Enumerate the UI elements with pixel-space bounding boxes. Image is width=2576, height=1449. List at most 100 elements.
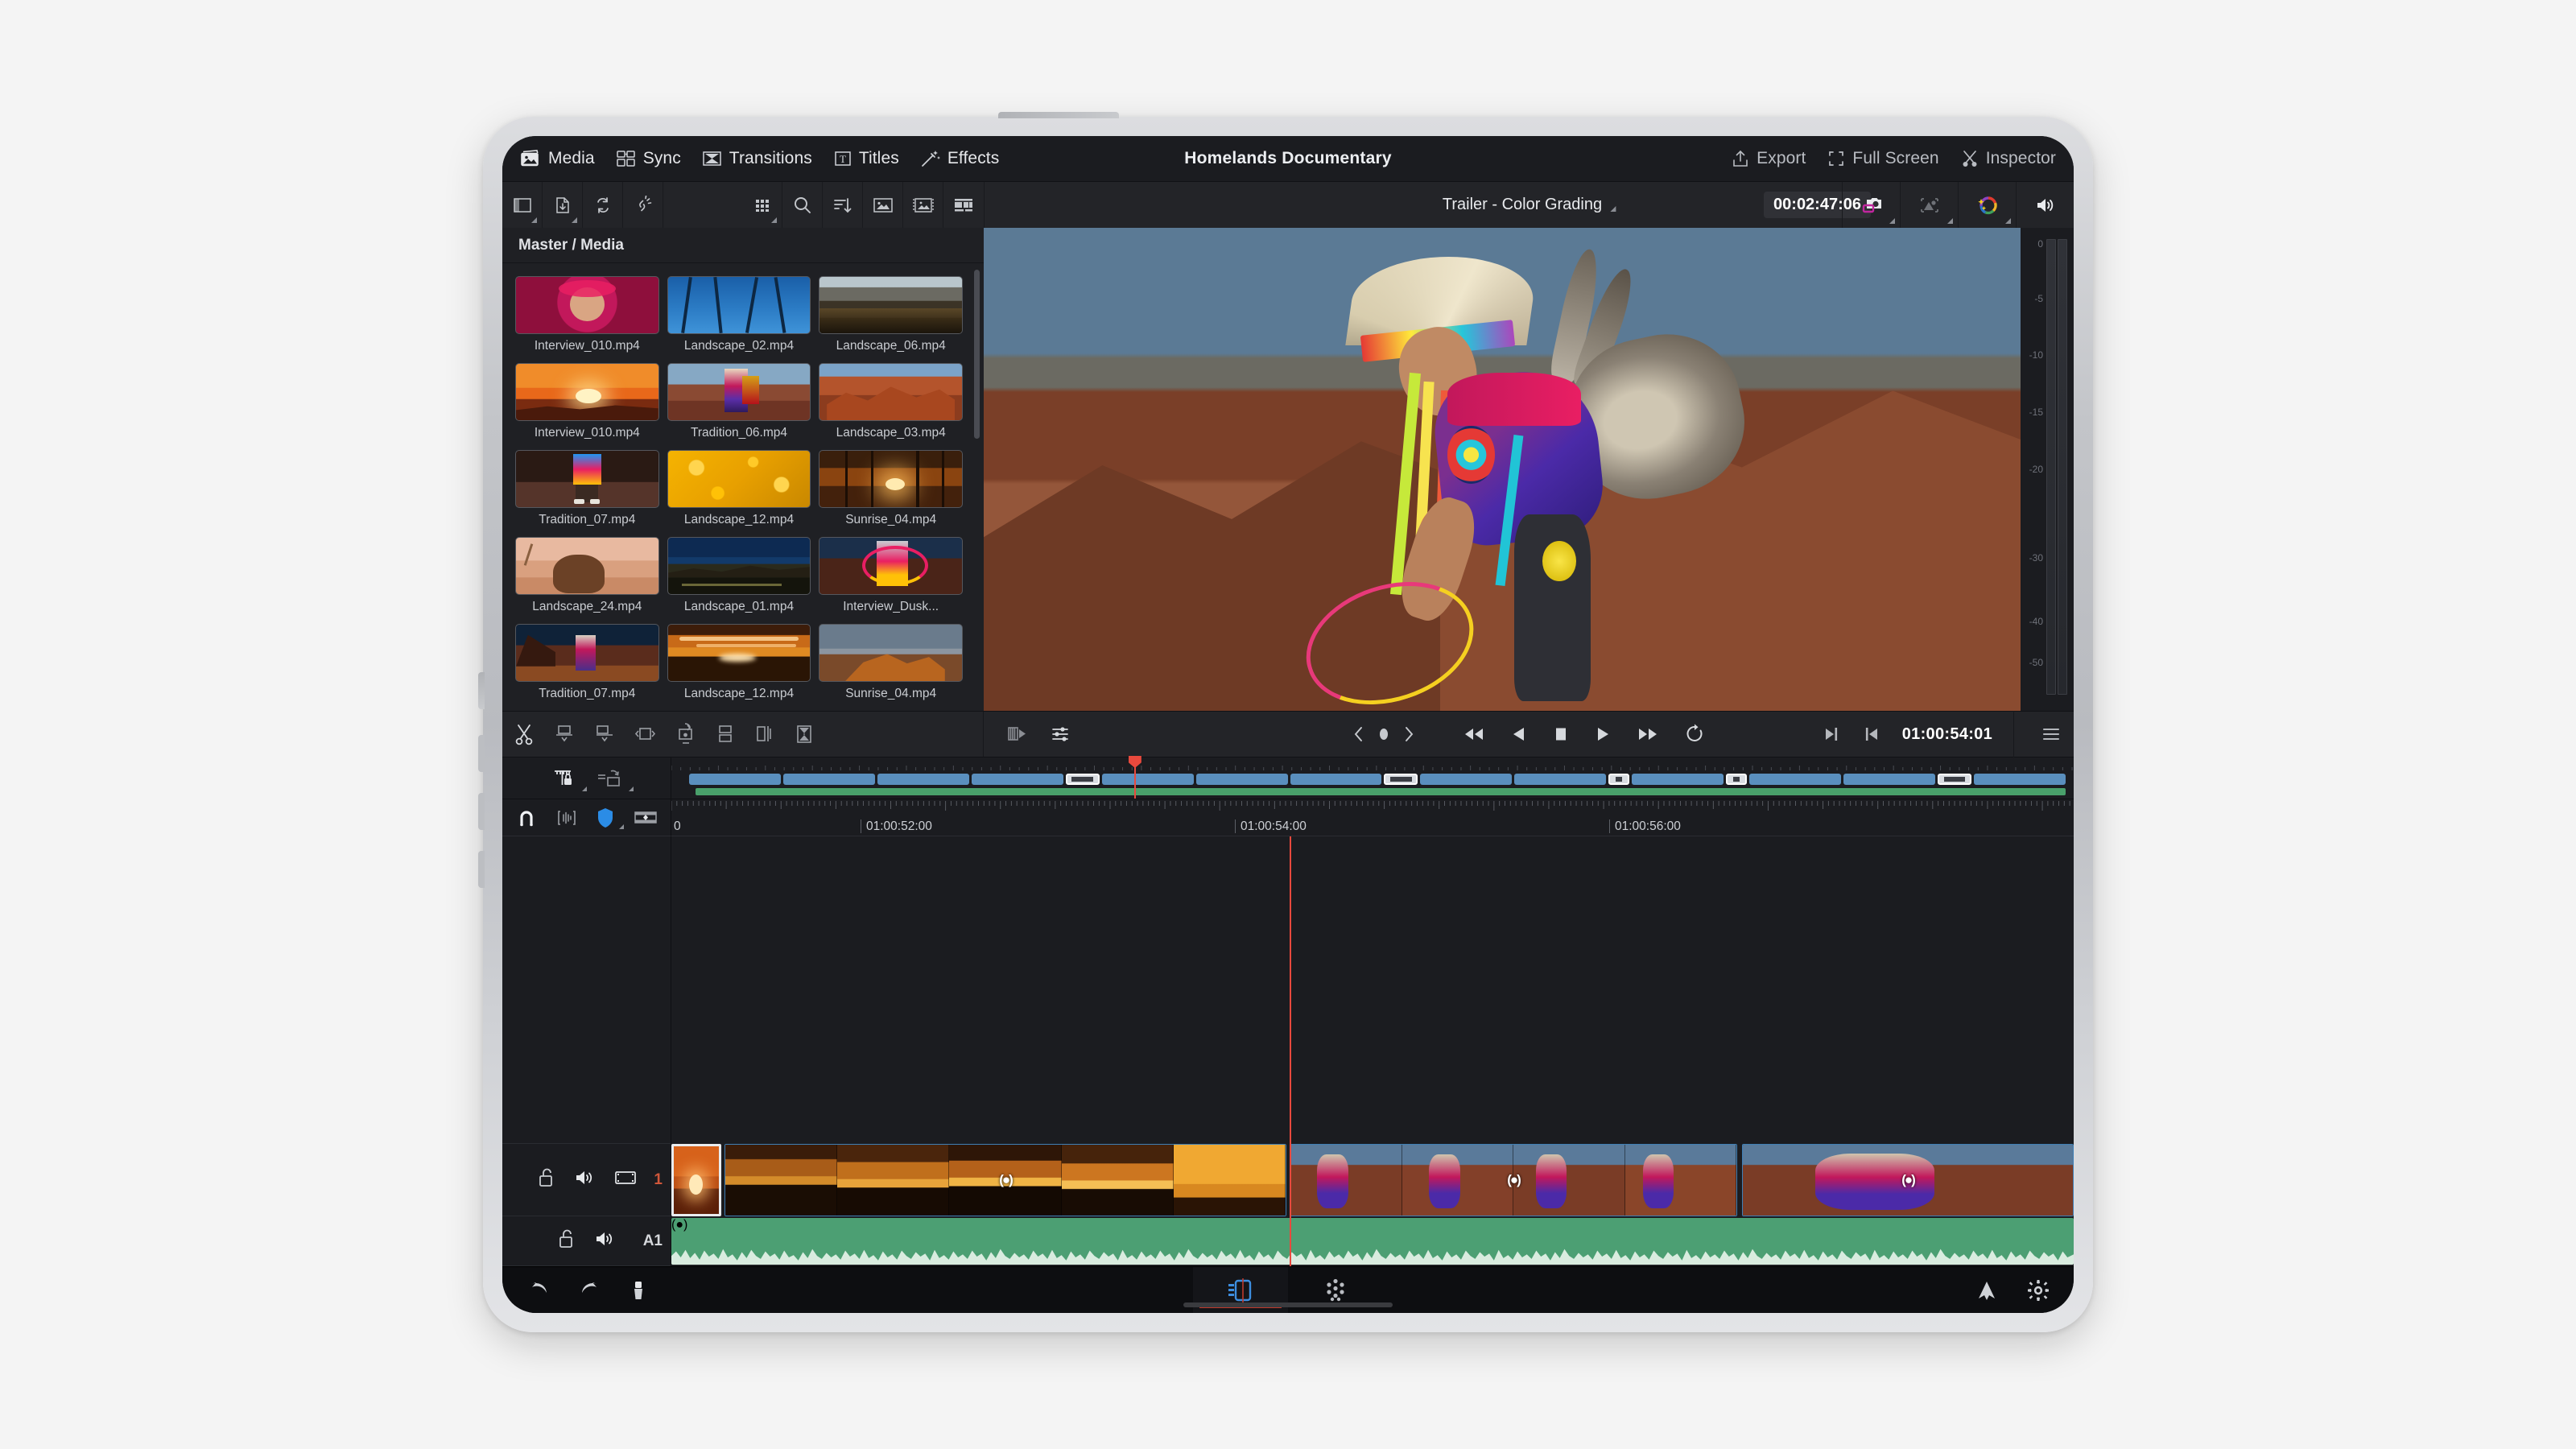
unlock-icon[interactable] (557, 1228, 576, 1253)
auto-track-selector-button[interactable] (597, 767, 622, 790)
play-reverse-button[interactable] (1510, 724, 1528, 744)
media-pool-scrollbar[interactable] (974, 270, 980, 439)
undo-button[interactable] (526, 1279, 551, 1302)
media-clip-item[interactable]: Landscape_24.mp4 (515, 537, 659, 614)
overwrite-clip-button[interactable] (594, 724, 615, 745)
audio-waveform (671, 1245, 2074, 1265)
export-button[interactable]: Export (1731, 149, 1806, 168)
insert-clip-button[interactable] (554, 724, 575, 745)
fullscreen-button[interactable]: Full Screen (1827, 149, 1938, 168)
blade-tool-button[interactable] (514, 723, 535, 745)
grid-view-button[interactable] (742, 182, 782, 228)
media-clip-item[interactable]: Sunrise_04.mp4 (819, 624, 963, 701)
sort-media-button[interactable] (823, 182, 863, 228)
import-media-button[interactable] (543, 182, 583, 228)
timeline-audio-clip[interactable]: (●) (671, 1218, 2074, 1265)
timeline-clip-selected[interactable] (671, 1144, 721, 1216)
source-timeline-toggle-button[interactable] (1006, 724, 1029, 744)
list-view-button[interactable] (943, 182, 984, 228)
media-clip-item[interactable]: Interview_010.mp4 (515, 363, 659, 440)
media-clip-item[interactable]: Tradition_06.mp4 (667, 363, 811, 440)
mark-out-button[interactable] (1822, 724, 1841, 744)
track-lanes[interactable]: (●) (●) (671, 836, 2074, 1266)
snapshot-button[interactable] (1842, 182, 1900, 229)
home-button[interactable] (1975, 1279, 1998, 1302)
media-clip-item[interactable]: Tradition_07.mp4 (515, 450, 659, 527)
mixer-button[interactable] (1050, 724, 1071, 744)
snapping-button[interactable] (516, 807, 537, 828)
audio-clip-handle[interactable]: (●) (671, 1218, 687, 1232)
timeline-lock-button[interactable] (551, 767, 576, 790)
next-edit-button[interactable] (1402, 724, 1415, 744)
clip-transition-handle[interactable]: (●) (999, 1172, 1012, 1188)
timeline-clip[interactable]: (●) (1290, 1144, 1737, 1216)
place-on-top-button[interactable] (675, 723, 696, 745)
insert-transition-button[interactable] (634, 809, 658, 827)
timeline-minimap[interactable] (671, 758, 2074, 799)
delete-button[interactable] (630, 1279, 647, 1302)
viewer-tool-buttons (1842, 182, 2074, 229)
media-clip-item[interactable]: Landscape_01.mp4 (667, 537, 811, 614)
viewer-title-group[interactable]: Trailer - Color Grading (1443, 196, 1616, 214)
previous-edit-button[interactable] (1352, 724, 1365, 744)
inspector-button[interactable]: Inspector (1960, 149, 2056, 168)
viewer-audio-button[interactable] (2016, 182, 2074, 229)
speaker-icon[interactable] (574, 1168, 597, 1191)
play-button[interactable] (1594, 724, 1612, 744)
media-clip-item[interactable]: Landscape_12.mp4 (667, 450, 811, 527)
unlock-icon[interactable] (537, 1167, 556, 1192)
color-wheels-button[interactable] (1958, 182, 2016, 229)
bottom-left-tools (502, 1267, 647, 1313)
add-keyframe-button[interactable] (1377, 724, 1391, 744)
redo-button[interactable] (578, 1279, 602, 1302)
filmstrip-view-button[interactable] (903, 182, 943, 228)
speaker-icon[interactable] (594, 1229, 617, 1253)
menu-item-transitions[interactable]: Transitions (702, 149, 812, 168)
video-track-lane[interactable]: (●) (●) (671, 1144, 2074, 1216)
ripple-overwrite-button[interactable] (716, 724, 735, 745)
inspector-icon (1960, 149, 1979, 168)
filmstrip-icon[interactable] (614, 1169, 637, 1191)
media-clip-item[interactable]: Landscape_12.mp4 (667, 624, 811, 701)
timeline-ruler[interactable]: 0 01:00:52:00 01:00:54:00 01:00:56:00 (671, 799, 2074, 836)
transform-button[interactable] (1900, 182, 1958, 229)
minimap-playhead[interactable] (1134, 758, 1136, 799)
menu-item-sync[interactable]: Sync (616, 149, 681, 168)
media-clip-item[interactable]: Sunrise_04.mp4 (819, 450, 963, 527)
media-clip-item[interactable]: Interview_Dusk... (819, 537, 963, 614)
timeline-options-button[interactable] (2035, 725, 2062, 743)
media-clip-item[interactable]: Interview_010.mp4 (515, 276, 659, 353)
media-clip-item[interactable]: Landscape_03.mp4 (819, 363, 963, 440)
track-header-audio-1[interactable]: A1 (502, 1216, 671, 1266)
marker-color-button[interactable] (597, 807, 614, 828)
jump-to-start-button[interactable] (1462, 724, 1486, 744)
clip-transition-handle[interactable]: (●) (1507, 1172, 1520, 1188)
thumbnail-view-button[interactable] (863, 182, 903, 228)
loop-button[interactable] (1684, 724, 1705, 745)
stop-button[interactable] (1552, 724, 1570, 744)
timeline-clip[interactable]: (●) (1742, 1144, 2074, 1216)
waveform-button[interactable] (556, 808, 577, 828)
mark-in-button[interactable] (1862, 724, 1881, 744)
menu-item-effects[interactable]: Effects (920, 149, 1000, 168)
menu-item-media[interactable]: Media (520, 149, 595, 168)
audio-track-lane[interactable]: (●) (671, 1216, 2074, 1266)
menu-item-titles[interactable]: T Titles (833, 149, 899, 168)
jump-to-end-button[interactable] (1636, 724, 1660, 744)
timeline-clip[interactable]: (●) (724, 1144, 1286, 1216)
media-clip-item[interactable]: Landscape_06.mp4 (819, 276, 963, 353)
media-clip-item[interactable]: Landscape_02.mp4 (667, 276, 811, 353)
program-viewer[interactable] (984, 228, 2021, 711)
media-clip-item[interactable]: Tradition_07.mp4 (515, 624, 659, 701)
replace-clip-button[interactable] (634, 724, 656, 745)
unlink-clips-button[interactable] (623, 182, 663, 228)
clip-transition-handle[interactable]: (●) (1901, 1172, 1914, 1188)
append-clip-button[interactable] (795, 724, 814, 745)
search-media-button[interactable] (782, 182, 823, 228)
sync-clips-button[interactable] (583, 182, 623, 228)
toggle-media-pool-button[interactable] (502, 182, 543, 228)
settings-button[interactable] (2027, 1279, 2050, 1302)
timeline-playhead[interactable] (1290, 836, 1291, 1266)
fit-to-fill-button[interactable] (754, 724, 775, 745)
track-header-video-1[interactable]: 1 (502, 1144, 671, 1216)
